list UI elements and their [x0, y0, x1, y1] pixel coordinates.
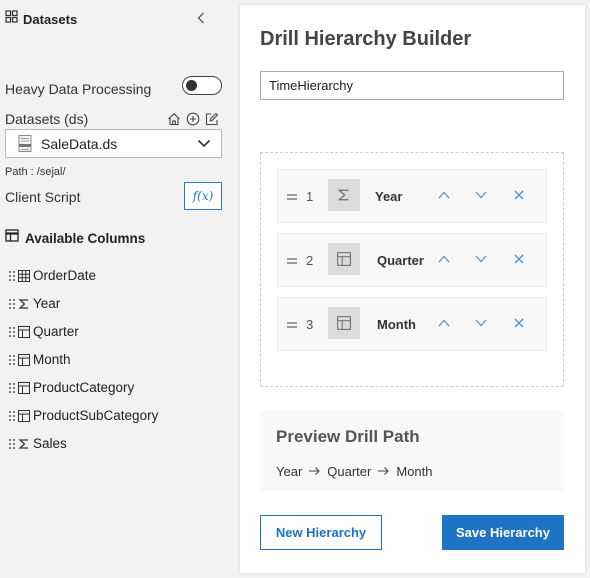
table-icon	[328, 243, 360, 275]
preview-title: Preview Drill Path	[276, 427, 420, 446]
datasets-sidebar: Datasets Heavy Data Processing Datasets …	[0, 0, 238, 578]
preview-path-step: Year	[276, 464, 303, 479]
table-icon	[328, 307, 360, 339]
sidebar-header: Datasets	[5, 10, 77, 28]
column-name: ProductSubCategory	[33, 408, 159, 423]
move-down-icon[interactable]	[473, 315, 489, 331]
column-name: OrderDate	[33, 268, 97, 283]
drag-handle-icon[interactable]	[8, 326, 16, 338]
collapse-sidebar-button[interactable]	[193, 9, 209, 27]
heavy-data-label: Heavy Data Processing	[5, 81, 152, 97]
level-name: Quarter	[377, 253, 424, 268]
level-name: Month	[377, 317, 416, 332]
sigma-icon	[328, 179, 360, 211]
column-item[interactable]: Quarter	[8, 324, 79, 339]
column-name: Quarter	[33, 324, 79, 339]
datasets-label: Datasets (ds)	[5, 111, 89, 127]
hierarchy-levels-dropzone[interactable]: 1 Year 2 Quarter 3 Month	[260, 152, 564, 387]
level-number: 1	[306, 189, 314, 204]
table-icon	[18, 325, 30, 338]
sigma-icon	[18, 298, 30, 310]
edit-icon[interactable]	[204, 111, 219, 126]
sidebar-title: Datasets	[23, 11, 78, 27]
drag-handle-icon[interactable]	[286, 318, 298, 330]
column-item[interactable]: Year	[8, 296, 60, 311]
available-columns-label: Available Columns	[25, 230, 146, 246]
drag-handle-icon[interactable]	[8, 298, 16, 310]
column-name: Month	[33, 352, 71, 367]
dataset-select-value: SaleData.ds	[41, 135, 118, 152]
preview-path-step: Quarter	[327, 464, 372, 479]
column-name: ProductCategory	[33, 380, 135, 395]
remove-level-icon[interactable]	[511, 251, 527, 267]
dataset-file-icon	[18, 135, 34, 153]
level-number: 2	[306, 253, 314, 268]
table-icon	[18, 409, 30, 422]
arrow-right-icon	[308, 464, 321, 479]
add-circle-icon[interactable]	[185, 111, 200, 126]
level-name: Year	[375, 189, 403, 204]
hierarchy-builder-panel: Drill Hierarchy Builder 1 Year 2 Quarter 3 Mo…	[240, 5, 585, 573]
preview-drill-path: Preview Drill Path Year Quarter Month	[260, 411, 564, 491]
move-down-icon[interactable]	[473, 187, 489, 203]
move-up-icon[interactable]	[436, 315, 452, 331]
remove-level-icon[interactable]	[511, 187, 527, 203]
chevron-down-icon	[197, 136, 211, 155]
level-number: 3	[306, 317, 314, 332]
column-item[interactable]: ProductSubCategory	[8, 408, 158, 423]
drag-handle-icon[interactable]	[8, 438, 16, 450]
column-item[interactable]: Month	[8, 352, 71, 367]
hierarchy-name-input[interactable]	[260, 71, 564, 100]
hierarchy-level[interactable]: 3 Month	[277, 297, 547, 351]
arrow-right-icon	[377, 464, 390, 479]
remove-level-icon[interactable]	[511, 315, 527, 331]
column-name: Year	[33, 296, 61, 311]
drag-handle-icon[interactable]	[8, 354, 16, 366]
home-icon[interactable]	[166, 111, 181, 126]
client-script-label: Client Script	[5, 189, 81, 205]
table-icon	[18, 381, 30, 394]
sigma-icon	[18, 438, 30, 450]
datasets-icon	[5, 10, 18, 28]
preview-path: Year Quarter Month	[276, 464, 433, 479]
drag-handle-icon[interactable]	[8, 410, 16, 422]
toggle-knob	[186, 79, 197, 91]
dataset-actions	[166, 111, 219, 126]
hierarchy-level[interactable]: 1 Year	[277, 169, 547, 223]
save-hierarchy-button[interactable]: Save Hierarchy	[442, 515, 564, 550]
client-script-button[interactable]: f(x)	[184, 182, 222, 210]
column-item[interactable]: Sales	[8, 436, 67, 451]
dataset-path: Path : /sejal/	[5, 166, 66, 178]
page-title: Drill Hierarchy Builder	[260, 28, 472, 50]
dataset-select[interactable]: SaleData.ds	[5, 129, 222, 158]
drag-handle-icon[interactable]	[286, 190, 298, 202]
calendar-grid-icon	[18, 269, 30, 282]
heavy-data-toggle[interactable]	[182, 76, 222, 95]
table-icon	[5, 229, 19, 247]
move-down-icon[interactable]	[473, 251, 489, 267]
available-columns-header: Available Columns	[5, 229, 145, 247]
move-up-icon[interactable]	[436, 251, 452, 267]
preview-path-step: Month	[396, 464, 433, 479]
column-name: Sales	[33, 436, 67, 451]
table-icon	[18, 353, 30, 366]
new-hierarchy-button[interactable]: New Hierarchy	[260, 515, 382, 550]
drag-handle-icon[interactable]	[8, 382, 16, 394]
hierarchy-level[interactable]: 2 Quarter	[277, 233, 547, 287]
move-up-icon[interactable]	[436, 187, 452, 203]
column-item[interactable]: OrderDate	[8, 268, 96, 283]
column-item[interactable]: ProductCategory	[8, 380, 134, 395]
drag-handle-icon[interactable]	[8, 270, 16, 282]
drag-handle-icon[interactable]	[286, 254, 298, 266]
